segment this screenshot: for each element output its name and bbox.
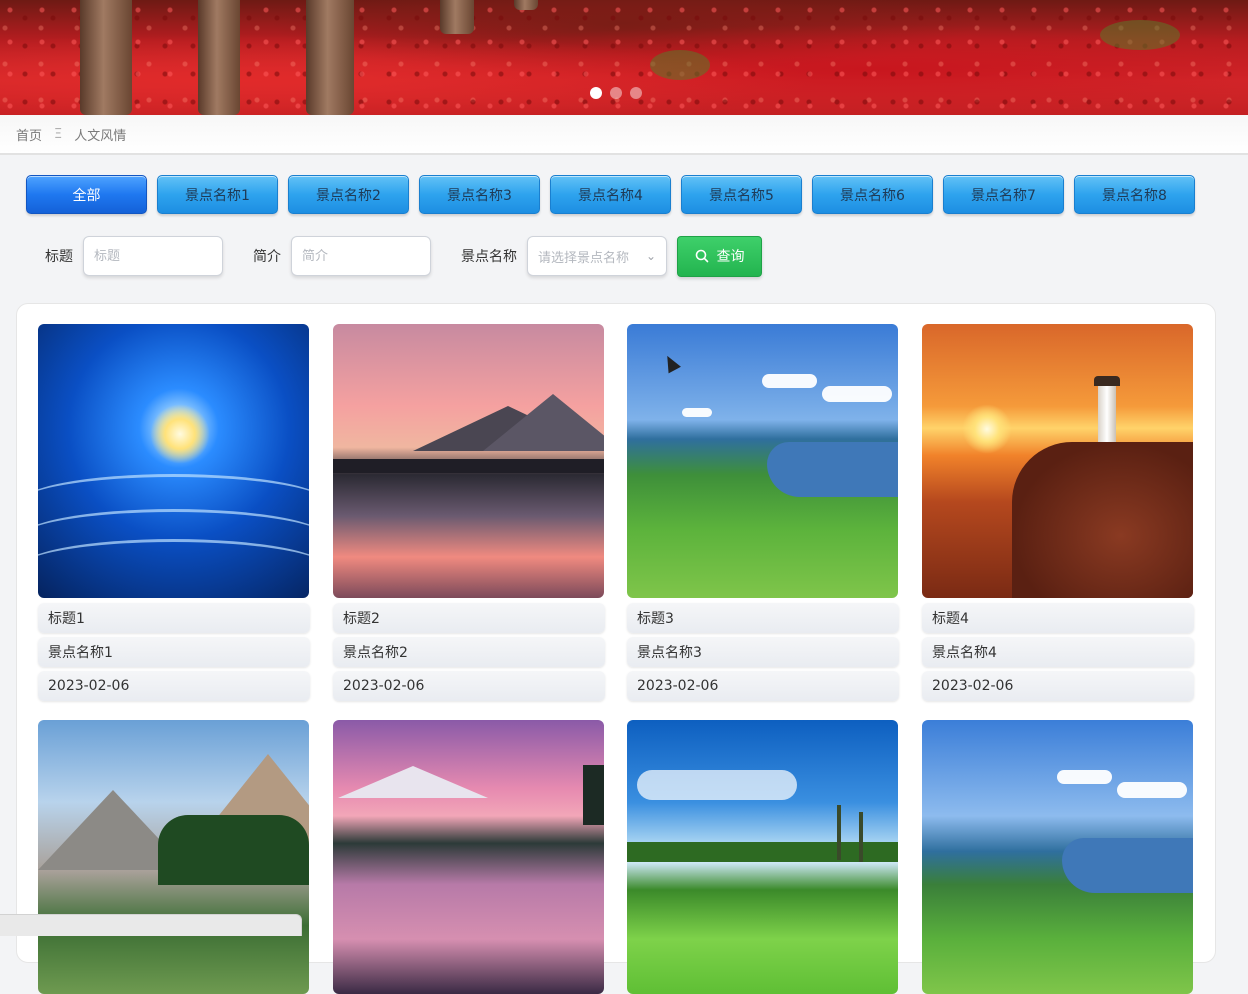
search-icon [695,249,708,263]
carousel-dot[interactable] [630,87,642,99]
palm-tree [837,805,841,860]
banner-foliage [1100,20,1180,50]
chevron-down-icon: ⌄ [645,249,656,263]
card-spot-name: 景点名称3 [627,637,899,667]
breadcrumb: 首页 Ξ 人文风情 [0,115,1248,155]
category-button[interactable]: 景点名称6 [812,175,933,214]
photo-lake [767,442,898,497]
intro-label: 简介 [253,249,281,265]
category-button[interactable]: 景点名称1 [157,175,278,214]
photo-treeline [627,842,898,862]
spot-name-select-placeholder: 请选择景点名称 [538,250,630,266]
category-button-all[interactable]: 全部 [26,175,147,214]
carousel-dot[interactable] [590,87,602,99]
photo-cloud [682,408,712,417]
category-button[interactable]: 景点名称3 [419,175,540,214]
breadcrumb-separator-icon: Ξ [54,126,63,142]
breadcrumb-home[interactable]: 首页 [16,125,42,144]
card[interactable]: 标题2 景点名称2 2023-02-06 [333,324,605,701]
photo-cloud [1057,770,1112,784]
card-title: 标题1 [38,603,310,633]
card[interactable] [38,720,310,994]
category-button[interactable]: 景点名称2 [288,175,409,214]
card-date: 2023-02-06 [922,671,1194,701]
intro-input[interactable] [291,236,431,276]
card-title: 标题2 [333,603,605,633]
photo-forest [158,815,309,885]
breadcrumb-current: 人文风情 [74,128,127,144]
carousel-indicators [590,87,642,99]
spot-name-label: 景点名称 [461,249,517,265]
banner-foliage [650,50,710,80]
photo-cloud [822,386,892,402]
photo-cloud [762,374,817,388]
card-date: 2023-02-06 [38,671,310,701]
card[interactable]: 标题1 景点名称1 2023-02-06 [38,324,310,701]
photo-cloud [1117,782,1187,798]
photo-rocks [1012,442,1193,598]
photo-cloud [637,770,797,800]
card[interactable] [922,720,1194,994]
tree-trunk [306,0,354,115]
query-button[interactable]: 查询 [677,235,762,277]
photo-shoreline [333,459,604,473]
category-button[interactable]: 景点名称8 [1074,175,1195,214]
carousel-dot[interactable] [610,87,622,99]
sunset-sun [962,404,1012,454]
category-filter-bar: 全部 景点名称1 景点名称2 景点名称3 景点名称4 景点名称5 景点名称6 景… [26,175,1195,214]
card[interactable]: 标题4 景点名称4 2023-02-06 [922,324,1194,701]
card[interactable]: 标题3 景点名称3 2023-02-06 [627,324,899,701]
banner-carousel[interactable] [0,0,1248,115]
category-button[interactable]: 景点名称5 [681,175,802,214]
card-photo[interactable] [38,324,309,598]
lighthouse-top [1094,376,1120,386]
card-spot-name: 景点名称1 [38,637,310,667]
card-date: 2023-02-06 [627,671,899,701]
photo-snow-mountain [338,766,488,798]
photo-wave [38,539,309,598]
card-photo[interactable] [38,720,309,994]
card-spot-name: 景点名称4 [922,637,1194,667]
card-spot-name: 景点名称2 [333,637,605,667]
card-photo[interactable] [333,720,604,994]
search-form: 标题 简介 景点名称 请选择景点名称 ⌄ 查询 [45,235,762,277]
lighthouse [1098,384,1116,446]
card-date: 2023-02-06 [333,671,605,701]
photo-mountain [483,394,604,451]
title-label: 标题 [45,249,73,265]
tree-trunk [80,0,132,115]
card[interactable] [333,720,605,994]
card-title: 标题4 [922,603,1194,633]
card-title: 标题3 [627,603,899,633]
tree-trunk [198,0,240,115]
category-button[interactable]: 景点名称7 [943,175,1064,214]
card[interactable] [627,720,899,994]
tree-trunk [440,0,474,34]
card-photo[interactable] [333,324,604,598]
spot-name-select[interactable]: 请选择景点名称 ⌄ [527,236,667,276]
sun-glare [150,404,210,464]
title-input[interactable] [83,236,223,276]
card-photo[interactable] [922,720,1193,994]
palm-tree [859,812,863,862]
tree-trunk [514,0,538,10]
category-button[interactable]: 景点名称4 [550,175,671,214]
query-button-label: 查询 [716,249,745,265]
card-photo[interactable] [627,720,898,994]
photo-lake [1062,838,1193,893]
bottom-status-bar [0,914,302,936]
photo-tree [583,765,604,825]
card-grid-panel: 标题1 景点名称1 2023-02-06 标题2 景点名称2 2023-02-0… [16,303,1216,994]
card-photo[interactable] [922,324,1193,598]
